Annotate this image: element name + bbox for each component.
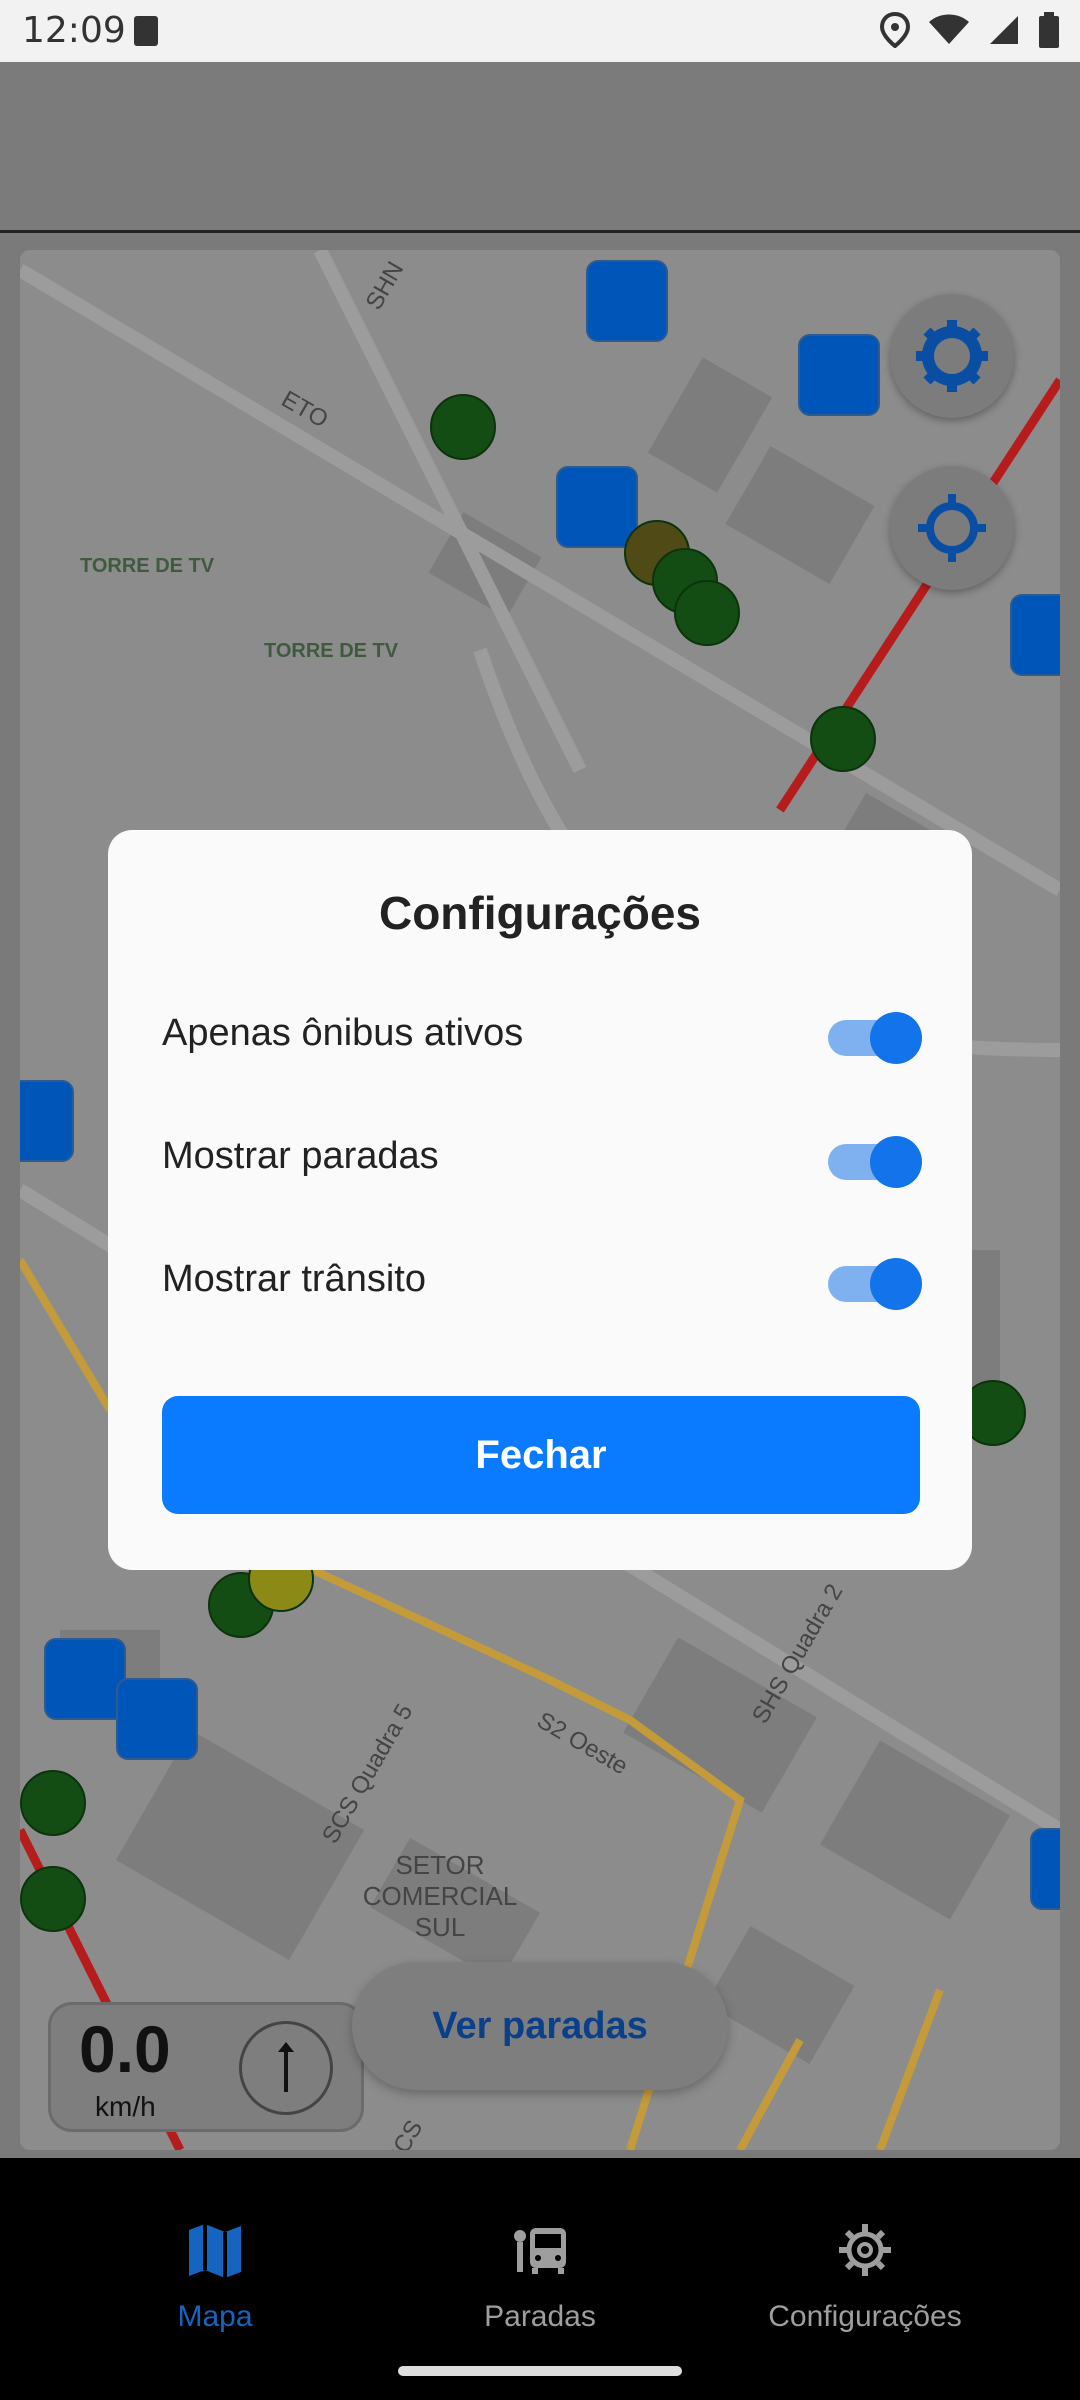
bus-stop-icon: [514, 2228, 566, 2274]
gear-icon: [916, 320, 988, 392]
nav-label-settings: Configurações: [768, 2300, 962, 2333]
bus-stop-marker[interactable]: [116, 1678, 198, 1760]
toggle-knob: [870, 1136, 922, 1188]
compass[interactable]: [239, 2021, 333, 2115]
option-label-active-buses: Apenas ônibus ativos: [162, 1012, 524, 1054]
gear-icon: [839, 2224, 891, 2276]
toggle-show-stops[interactable]: [828, 1136, 922, 1188]
nav-label-map: Mapa: [177, 2300, 253, 2333]
bus-marker[interactable]: [20, 1770, 86, 1836]
bottom-navigation: Mapa Paradas Configurações: [0, 2158, 1080, 2400]
nav-item-stops[interactable]: Paradas: [360, 2218, 720, 2338]
status-time: 12:09: [22, 10, 126, 51]
home-indicator[interactable]: [398, 2366, 682, 2376]
bus-marker[interactable]: [430, 394, 496, 460]
speedometer: 0.0 km/h: [48, 2002, 364, 2132]
option-label-show-traffic: Mostrar trânsito: [162, 1258, 426, 1300]
nav-label-stops: Paradas: [484, 2300, 596, 2333]
sd-card-icon: [134, 16, 158, 46]
map-label-torre: TORRE DE TV: [80, 555, 215, 577]
bus-stop-marker[interactable]: [798, 334, 880, 416]
nav-item-map[interactable]: Mapa: [35, 2218, 395, 2338]
dialog-title: Configurações: [378, 887, 702, 939]
signal-icon: [990, 16, 1018, 44]
speed-unit: km/h: [95, 2091, 156, 2122]
bus-stop-marker[interactable]: [1010, 594, 1060, 676]
toggle-show-traffic[interactable]: [828, 1258, 922, 1310]
option-label-show-stops: Mostrar paradas: [162, 1135, 439, 1177]
bus-stop-marker[interactable]: [20, 1080, 74, 1162]
settings-fab[interactable]: [890, 294, 1014, 418]
toggle-knob: [870, 1258, 922, 1310]
bus-marker[interactable]: [20, 1866, 86, 1932]
map-icon: [189, 2224, 241, 2278]
bus-stop-marker[interactable]: [44, 1638, 126, 1720]
view-stops-button[interactable]: Ver paradas: [352, 1962, 728, 2090]
toggle-active-buses[interactable]: [828, 1012, 922, 1064]
nav-item-settings[interactable]: Configurações: [685, 2218, 1045, 2338]
toggle-knob: [870, 1012, 922, 1064]
map-label-torre-2: TORRE DE TV: [264, 640, 399, 662]
settings-dialog: Configurações Apenas ônibus ativos Mostr…: [108, 830, 972, 1570]
bus-stop-marker[interactable]: [586, 260, 668, 342]
battery-icon: [1039, 12, 1059, 48]
bus-stop-marker[interactable]: [1030, 1828, 1060, 1910]
app-header: [0, 62, 1080, 233]
map-label-setor-comercial-sul: SETOR COMERCIAL SUL: [362, 1850, 518, 1942]
location-icon: [880, 12, 910, 48]
bus-stop-marker[interactable]: [556, 466, 638, 548]
close-button[interactable]: Fechar: [162, 1396, 920, 1514]
compass-arrow-icon: [278, 2042, 294, 2092]
crosshair-icon: [918, 494, 986, 562]
my-location-fab[interactable]: [890, 466, 1014, 590]
status-icons: [880, 12, 1060, 48]
speed-value: 0.0: [79, 2012, 171, 2086]
wifi-icon: [929, 14, 969, 44]
bus-marker[interactable]: [810, 706, 876, 772]
status-bar: 12:09: [0, 0, 1080, 62]
bus-marker[interactable]: [674, 580, 740, 646]
